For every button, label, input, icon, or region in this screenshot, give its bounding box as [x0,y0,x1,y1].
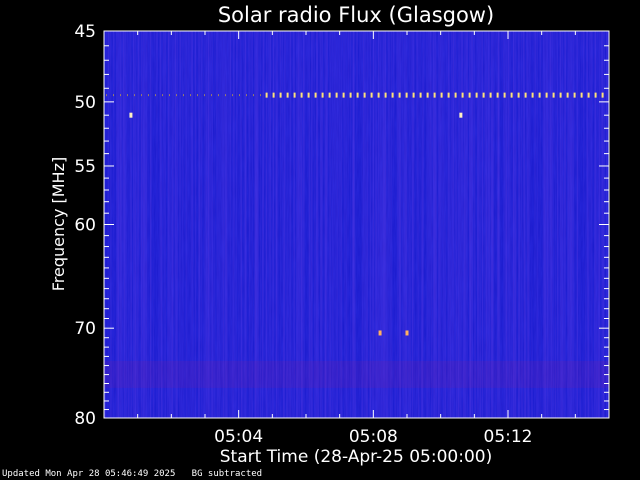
y-tick-label: 60 [74,216,96,236]
updated-text: Updated Mon Apr 28 05:46:49 2025 [2,469,176,479]
heatmap-noise [104,31,609,418]
footer-status: Updated Mon Apr 28 05:46:49 2025 BG subt… [2,469,262,479]
spectrogram-chart: Solar radio Flux (Glasgow) 05:04 05:08 05:… [49,3,610,467]
y-tick-label: 50 [74,93,96,113]
x-axis-title: Start Time (28-Apr-25 05:00:00) [220,447,492,467]
y-tick-label: 55 [74,157,96,177]
y-tick-label: 45 [74,22,96,42]
interference-dot [459,112,463,118]
y-tick-label: 80 [74,409,96,429]
bg-note: BG subtracted [191,469,263,479]
x-tick-label: 05:04 [214,427,263,447]
y-axis-title: Frequency [MHz] [49,157,68,291]
interference-dot [405,330,409,336]
x-tick-label: 05:08 [349,427,398,447]
interference-dot [129,112,133,118]
chart-title: Solar radio Flux (Glasgow) [218,3,494,27]
plot-area [103,30,610,419]
x-tick-label: 05:12 [484,427,533,447]
heatmap-band [104,361,609,388]
y-tick-label: 70 [74,319,96,339]
interference-dot [378,330,382,336]
